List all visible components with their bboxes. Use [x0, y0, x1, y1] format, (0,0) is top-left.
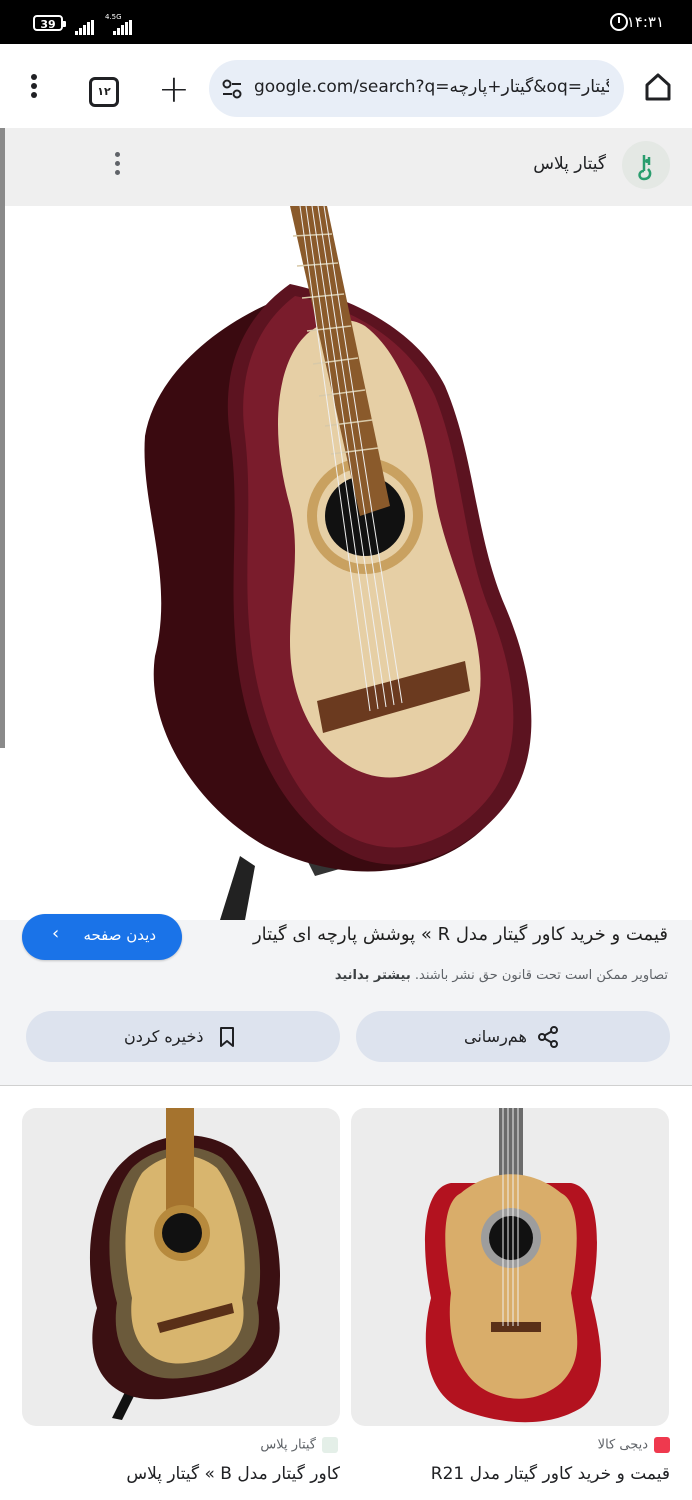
share-label: هم‌رسانی	[464, 1027, 527, 1046]
new-tab-icon[interactable]: +	[158, 70, 190, 108]
brown-cover-guitar-image	[89, 1108, 280, 1420]
main-guitar-image[interactable]	[5, 205, 692, 920]
related-source-2[interactable]: گیتار پلاس	[260, 1437, 338, 1453]
guitar-logo-icon	[322, 1437, 338, 1453]
related-image-2[interactable]	[22, 1108, 340, 1426]
tab-switcher-button[interactable]: ۱۲	[89, 77, 119, 107]
save-button[interactable]: ذخیره کردن	[26, 1011, 340, 1062]
bookmark-icon	[220, 1027, 234, 1047]
digikala-icon	[654, 1437, 670, 1453]
site-logo	[622, 141, 670, 189]
status-bar: 39 4.5G ۱۴:۳۱	[0, 0, 692, 44]
visit-page-label: دیدن صفحه	[83, 926, 156, 944]
url-text: google.com/search?q=گیتار+پارچه&oq=گیتار	[254, 77, 609, 97]
save-label: ذخیره کردن	[124, 1027, 204, 1046]
source-site-name[interactable]: گیتار پلاس	[533, 154, 606, 174]
related-title-2[interactable]: کاور گیتار مدل B » گیتار پلاس	[126, 1464, 340, 1484]
image-info-panel: ‹ دیدن صفحه قیمت و خرید کاور گیتار مدل R…	[0, 914, 692, 1086]
copyright-notice: تصاویر ممکن است تحت قانون حق نشر باشند. …	[335, 968, 668, 983]
site-settings-icon[interactable]	[221, 78, 243, 100]
more-options-icon[interactable]	[112, 152, 122, 184]
home-icon[interactable]	[644, 72, 672, 102]
signal-icon-2	[113, 16, 133, 35]
related-source-1-name: دیجی کالا	[597, 1437, 648, 1453]
visit-page-button[interactable]: ‹ دیدن صفحه	[22, 914, 182, 960]
section-divider	[0, 1085, 692, 1086]
battery-icon: 39	[33, 15, 66, 31]
clock: ۱۴:۳۱	[626, 13, 664, 31]
red-cover-guitar-image	[425, 1108, 601, 1423]
battery-level: 39	[40, 18, 56, 31]
browser-menu-icon[interactable]	[26, 74, 42, 104]
guitar-with-cover-image	[144, 205, 532, 920]
alarm-icon	[610, 13, 628, 31]
learn-more-link[interactable]: بیشتر بدانید	[335, 968, 411, 983]
related-source-2-name: گیتار پلاس	[260, 1437, 316, 1453]
image-title[interactable]: قیمت و خرید کاور گیتار مدل R » پوشش پارچ…	[208, 924, 668, 945]
related-image-1[interactable]	[351, 1108, 669, 1426]
related-title-1[interactable]: قیمت و خرید کاور گیتار مدل R21	[431, 1464, 670, 1484]
address-bar[interactable]: google.com/search?q=گیتار+پارچه&oq=گیتار	[209, 60, 624, 117]
related-source-1[interactable]: دیجی کالا	[598, 1437, 670, 1453]
share-icon	[538, 1026, 558, 1048]
browser-toolbar: ۱۲ + google.com/search?q=گیتار+پارچه&oq=…	[0, 44, 692, 128]
copyright-text: تصاویر ممکن است تحت قانون حق نشر باشند.	[414, 968, 668, 983]
chevron-left-icon: ‹	[52, 923, 60, 944]
image-source-header: گیتار پلاس	[5, 128, 692, 206]
guitar-logo-icon	[638, 155, 652, 181]
signal-icon	[75, 16, 95, 35]
share-button[interactable]: هم‌رسانی	[356, 1011, 670, 1062]
